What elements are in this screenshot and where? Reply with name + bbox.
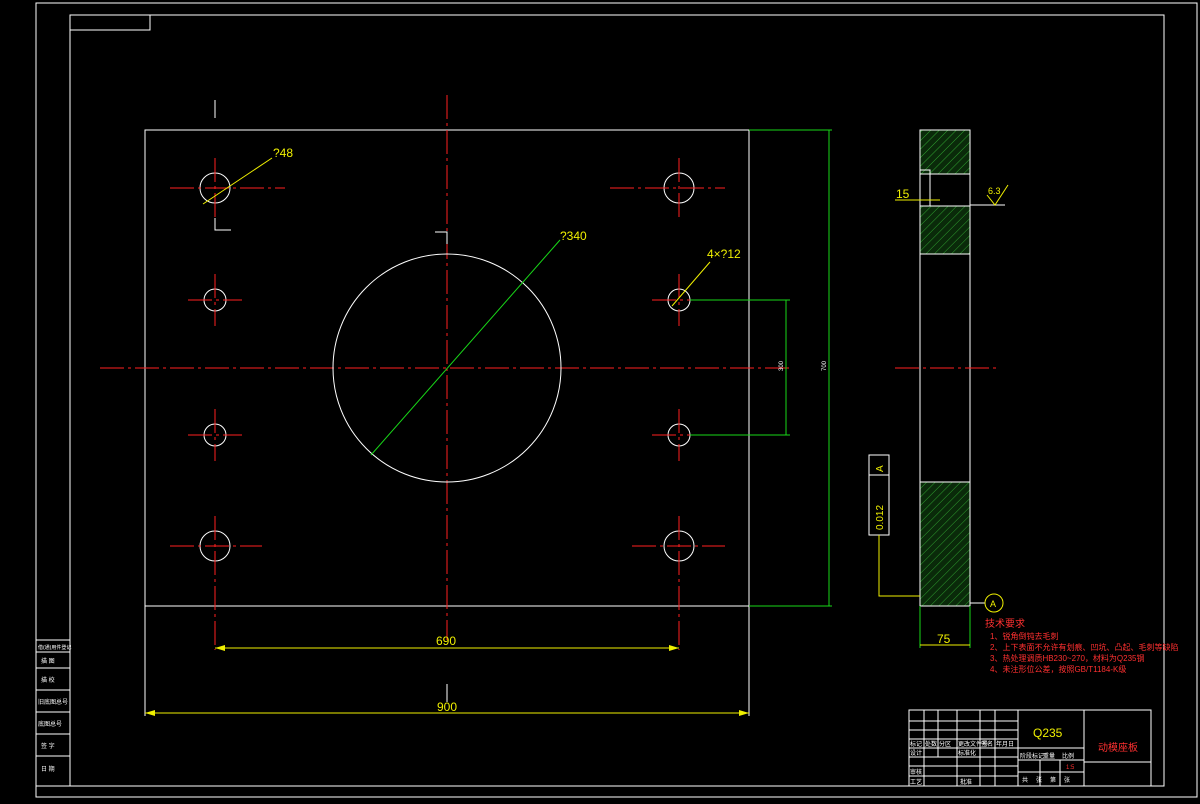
notes-item-3: 3、热处理调质HB230~270，材料为Q235钢 (990, 653, 1145, 663)
svg-text:第: 第 (1050, 776, 1056, 784)
small-hole-dim-label: 4×?12 (707, 247, 741, 261)
side-hatch-mid (919, 205, 971, 255)
roughness-label: 6.3 (988, 186, 1001, 196)
counterbore-step (919, 169, 931, 207)
tolerance-leader (878, 535, 920, 597)
large-hole-dim-label: ?48 (273, 146, 293, 160)
title-material: Q235 (1033, 726, 1063, 740)
small-hole-1 (188, 274, 242, 326)
bore-leader (370, 239, 561, 456)
svg-text:审核: 审核 (910, 768, 922, 776)
tolerance-value: 0.012 (875, 505, 886, 530)
svg-text:张: 张 (1036, 776, 1042, 784)
svg-text:借(通)用件登记: 借(通)用件登记 (38, 644, 71, 651)
dim-300-label: 300 (779, 360, 785, 371)
bore-dim-label: ?340 (560, 229, 587, 243)
svg-text:年月日: 年月日 (996, 740, 1014, 748)
svg-text:旧底图总号: 旧底图总号 (38, 698, 68, 706)
svg-text:共: 共 (1022, 776, 1028, 784)
side-hatch-bottom (919, 481, 971, 607)
tolerance-datum: A (875, 465, 886, 472)
large-hole-leader (202, 157, 273, 205)
tech-notes: 技术要求 1、锐角倒钝去毛刺 2、上下表面不允许有划痕、凹坑、凸起、毛刺等缺陷 … (985, 617, 1178, 674)
notes-item-2: 2、上下表面不允许有划痕、凹坑、凸起、毛刺等缺陷 (990, 642, 1178, 652)
svg-text:分区: 分区 (939, 740, 951, 748)
notes-item-1: 1、锐角倒钝去毛刺 (990, 631, 1058, 641)
title-part-name: 动模座板 (1098, 741, 1138, 754)
svg-text:处数: 处数 (925, 740, 937, 748)
svg-text:描 图: 描 图 (41, 657, 55, 665)
svg-text:重量: 重量 (1043, 752, 1055, 760)
svg-text:比例: 比例 (1062, 752, 1074, 760)
outer-border (35, 2, 1198, 798)
svg-text:工艺: 工艺 (910, 778, 922, 786)
small-hole-leader (671, 261, 711, 307)
svg-text:批准: 批准 (960, 778, 972, 786)
dim-75-label: 75 (937, 632, 951, 646)
side-stamp-table: 借(通)用件登记 描 图 描 校 旧底图总号 底图总号 签 字 日 期 (35, 639, 71, 787)
svg-text:签名: 签名 (981, 740, 993, 748)
dim-690-label: 690 (436, 634, 456, 648)
section-corner-left (214, 218, 231, 231)
side-hatch-top (919, 129, 971, 175)
svg-text:签 字: 签 字 (41, 742, 55, 750)
dim-700-label: 700 (822, 360, 828, 371)
dim-15-label: 15 (896, 187, 910, 201)
notes-title: 技术要求 (985, 617, 1025, 630)
dim-900-arrow-left (145, 710, 155, 716)
svg-text:张: 张 (1064, 776, 1070, 784)
dim-690-arrow-right (669, 645, 679, 651)
svg-text:日 期: 日 期 (41, 765, 55, 773)
section-corner-center (435, 231, 448, 244)
drawing-sheet: ?340 ?48 4×?12 300 700 690 900 15 6.3 0.… (0, 0, 1200, 800)
cad-drawing: ?340 ?48 4×?12 300 700 690 900 15 6.3 0.… (35, 2, 1198, 798)
small-hole-3 (188, 409, 242, 461)
dim-900-label: 900 (437, 700, 457, 714)
notes-item-4: 4、未注形位公差，按照GB/T1184-K级 (990, 664, 1126, 674)
dim-900-arrow-right (739, 710, 749, 716)
svg-text:标准化: 标准化 (958, 749, 976, 757)
svg-text:标记: 标记 (910, 740, 922, 748)
large-hole-br (632, 516, 725, 650)
large-hole-tr (610, 158, 725, 218)
large-hole-bl (170, 516, 262, 650)
title-scale: 1:5 (1066, 765, 1075, 771)
svg-text:底图总号: 底图总号 (38, 720, 62, 728)
svg-text:阶段标记: 阶段标记 (1020, 752, 1044, 760)
dim-690-arrow-left (215, 645, 225, 651)
svg-text:设计: 设计 (910, 749, 922, 757)
svg-text:描 校: 描 校 (41, 676, 55, 684)
drawing-number-box (69, 14, 151, 31)
datum-a-label: A (990, 599, 996, 609)
title-block: Q235 动模座板 1:5 标记 处数 分区 更改文件号 签名 年月日 设计 标… (908, 709, 1152, 787)
